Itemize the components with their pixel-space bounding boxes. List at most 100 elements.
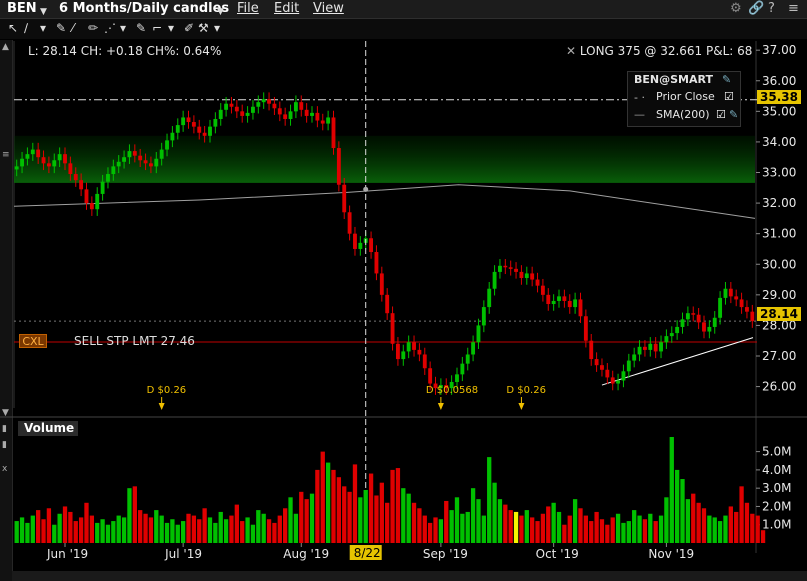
close-position-icon[interactable]: ✕: [566, 44, 580, 58]
candle-body: [465, 354, 470, 364]
candle-body: [519, 271, 524, 279]
candle-body: [739, 299, 744, 308]
candle-body: [138, 155, 143, 161]
volume-bar: [116, 515, 121, 543]
volume-bar: [707, 515, 712, 543]
volume-bar: [712, 517, 717, 543]
candle-body: [455, 374, 459, 383]
candle-body: [481, 307, 486, 326]
candle-body: [111, 166, 116, 175]
candle-body: [616, 380, 621, 384]
volume-bar: [256, 510, 261, 543]
time-navigator[interactable]: [12, 571, 807, 581]
volume-bar: [680, 479, 685, 543]
candle-body: [165, 140, 169, 150]
candle-body: [267, 99, 271, 104]
candle-body: [261, 99, 266, 103]
candle-body: [712, 317, 717, 327]
volume-bar: [572, 499, 578, 543]
volume-bar: [696, 502, 701, 543]
candle-body: [691, 313, 696, 315]
candle-body: [460, 363, 465, 375]
candle-body: [750, 311, 755, 322]
x-tick-label: Jul '19: [164, 547, 202, 561]
volume-bar: [632, 510, 637, 543]
volume-panel-title: Volume: [18, 421, 78, 436]
y-tick-label: 36.00: [762, 74, 796, 88]
volume-bar: [229, 515, 234, 543]
volume-bar: [723, 515, 728, 543]
volume-bar: [755, 515, 760, 543]
crosshair-marker: [363, 186, 369, 192]
volume-bar: [186, 513, 191, 543]
volume-bar: [159, 515, 164, 543]
candle-body: [600, 365, 604, 370]
volume-bar: [562, 524, 567, 543]
volume-bar: [454, 497, 460, 543]
candle-body: [116, 161, 121, 167]
candle-body: [471, 342, 476, 355]
candle-body: [417, 349, 422, 355]
candle-body: [224, 103, 229, 110]
volume-bar: [385, 502, 390, 543]
candle-body: [358, 242, 363, 249]
candle-body: [14, 166, 19, 170]
candle-body: [551, 300, 556, 305]
candle-body: [557, 296, 561, 301]
candle-body: [745, 307, 749, 312]
volume-bar: [642, 519, 648, 543]
candle-body: [52, 160, 57, 167]
volume-bar: [180, 521, 186, 543]
candle-body: [621, 371, 626, 381]
candle-body: [84, 189, 89, 204]
candle-body: [277, 108, 282, 115]
crosshair-date-label: 8/22: [354, 546, 381, 560]
candle-body: [347, 212, 352, 234]
candle-body: [283, 114, 288, 119]
legend-settings-icon[interactable]: ✎: [722, 73, 731, 86]
sma-toggle[interactable]: ☑: [716, 108, 726, 121]
candle-body: [626, 360, 631, 372]
volume-bar: [57, 513, 62, 543]
volume-bar: [207, 517, 213, 543]
candle-body: [304, 109, 309, 116]
candle-body: [148, 163, 153, 167]
sma-settings-icon[interactable]: ✎: [729, 108, 738, 121]
volume-bar: [734, 511, 739, 543]
candle-body: [401, 351, 406, 360]
prior-close-toggle[interactable]: ☑: [724, 90, 734, 103]
candle-body: [57, 154, 62, 161]
candle-body: [637, 346, 642, 355]
volume-bar: [497, 499, 503, 543]
dividend-marker: [158, 403, 165, 410]
volume-bar: [331, 469, 336, 543]
volume-bar: [62, 506, 68, 543]
y-tick-label: 34.00: [762, 135, 796, 149]
volume-bar: [105, 524, 111, 543]
candle-body: [95, 193, 100, 210]
cancel-order-button[interactable]: CXL: [19, 334, 47, 348]
volume-bar: [664, 497, 669, 543]
volume-bar: [513, 511, 519, 543]
volume-bar: [433, 517, 438, 543]
candle-body: [310, 112, 314, 116]
candle-body: [369, 238, 374, 253]
candle-body: [524, 273, 529, 279]
candle-body: [213, 118, 218, 127]
volume-bar: [583, 515, 589, 543]
candle-body: [159, 149, 164, 159]
volume-bar: [691, 493, 696, 543]
volume-bar: [524, 510, 529, 543]
volume-bar: [25, 522, 30, 543]
candle-body: [540, 285, 545, 295]
volume-bar: [605, 524, 610, 543]
volume-bar: [750, 513, 755, 543]
volume-bar: [674, 469, 680, 543]
volume-bar: [46, 508, 52, 543]
volume-bar: [728, 506, 733, 543]
volume-bar: [170, 519, 175, 543]
volume-bar: [535, 521, 540, 543]
volume-tick-label: 2.0M: [762, 499, 791, 513]
volume-bar: [578, 508, 583, 543]
order-label[interactable]: SELL STP LMT 27.46: [74, 334, 195, 348]
